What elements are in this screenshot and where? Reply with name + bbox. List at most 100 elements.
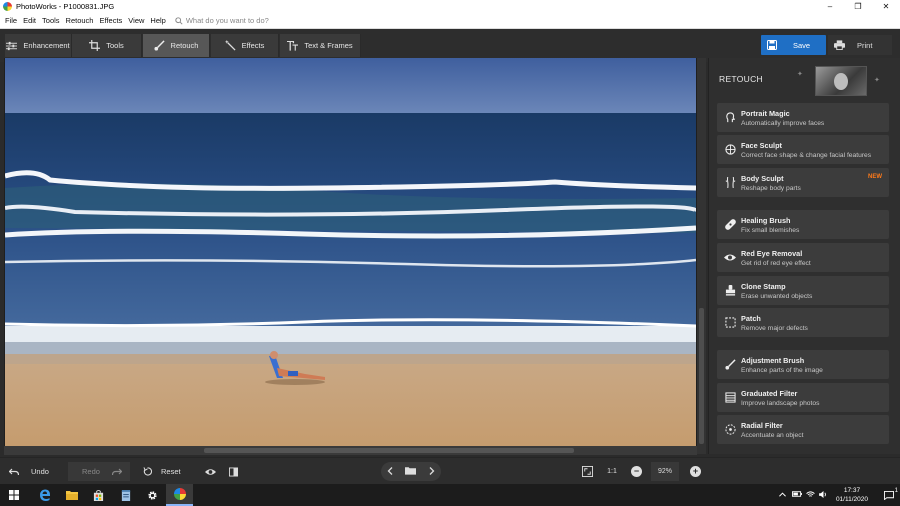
open-folder-button[interactable]: [405, 466, 417, 477]
menu-file[interactable]: File: [0, 16, 20, 25]
tool-description: Correct face shape & change facial featu…: [741, 151, 872, 159]
tool-graduated-filter[interactable]: Graduated Filter Improve landscape photo…: [717, 383, 889, 412]
tool-name: Red Eye Removal: [741, 248, 803, 258]
taskbar-store[interactable]: [85, 484, 112, 506]
start-button[interactable]: [0, 484, 27, 506]
menu-effects[interactable]: Effects: [96, 16, 125, 25]
battery-icon[interactable]: [791, 491, 802, 499]
taskbar-file-explorer[interactable]: [58, 484, 85, 506]
fit-to-screen-button[interactable]: [581, 462, 593, 481]
sparkle-icon: ✦: [874, 77, 880, 84]
window-controls: – ❐ ✕: [816, 0, 900, 13]
edge-browser-icon: [39, 489, 50, 501]
horizontal-scrollbar[interactable]: [4, 446, 697, 455]
bandage-icon: [719, 219, 741, 230]
tool-radial-filter[interactable]: Radial Filter Accentuate an object: [717, 415, 889, 444]
tool-name: Patch: [741, 313, 761, 323]
menu-edit[interactable]: Edit: [20, 16, 39, 25]
action-center-button[interactable]: 1: [878, 487, 900, 500]
windows-taskbar: 17:37 01/11/2020 1: [0, 484, 900, 506]
tool-description: Get rid of red eye effect: [741, 259, 811, 267]
sparkle-icon: ✦: [797, 71, 803, 78]
minimize-button[interactable]: –: [816, 0, 844, 13]
tool-portrait-magic[interactable]: Portrait Magic Automatically improve fac…: [717, 103, 889, 132]
redo-button[interactable]: Redo: [68, 462, 130, 481]
menu-bar: File Edit Tools Retouch Effects View Hel…: [0, 13, 900, 29]
taskbar-settings[interactable]: [139, 484, 166, 506]
tool-clone-stamp[interactable]: Clone Stamp Erase unwanted objects: [717, 276, 889, 305]
vertical-scrollbar[interactable]: [697, 58, 706, 454]
tab-effects[interactable]: Effects: [211, 34, 279, 57]
menu-help[interactable]: Help: [147, 16, 168, 25]
search-icon: [175, 16, 183, 25]
taskbar-clock[interactable]: 17:37 01/11/2020: [836, 486, 868, 504]
menu-tools[interactable]: Tools: [39, 16, 63, 25]
zoom-level[interactable]: 92%: [651, 462, 679, 481]
show-hidden-icons-button[interactable]: [779, 492, 786, 499]
print-button[interactable]: Print: [828, 35, 892, 55]
menu-retouch[interactable]: Retouch: [63, 16, 97, 25]
photoworks-app-icon: [3, 2, 12, 11]
reset-icon: [143, 467, 152, 476]
eye-icon: [719, 253, 741, 262]
tool-adjustment-brush[interactable]: Adjustment Brush Enhance parts of the im…: [717, 350, 889, 379]
tool-description: Fix small blemishes: [741, 226, 800, 234]
menu-search[interactable]: What do you want to do?: [175, 16, 269, 25]
taskbar-edge[interactable]: [31, 484, 58, 506]
tool-body-sculpt[interactable]: Body Sculpt Reshape body parts NEW: [717, 168, 889, 197]
minus-icon: −: [631, 466, 642, 477]
photo-canvas[interactable]: [4, 58, 697, 454]
tool-red-eye-removal[interactable]: Red Eye Removal Get rid of red eye effec…: [717, 243, 889, 272]
previous-image-button[interactable]: [387, 466, 393, 477]
tab-effects-label: Effects: [241, 41, 265, 50]
tool-name: Clone Stamp: [741, 281, 786, 291]
clock-date: 01/11/2020: [835, 496, 868, 503]
tool-description: Remove major defects: [741, 324, 808, 332]
save-button[interactable]: Save: [761, 35, 826, 55]
new-badge: NEW: [868, 174, 882, 180]
tab-text-frames[interactable]: Text & Frames: [280, 34, 361, 57]
next-image-button[interactable]: [429, 466, 435, 477]
zoom-in-button[interactable]: +: [689, 462, 702, 481]
clock-time: 17:37: [843, 487, 861, 494]
graduated-filter-icon: [719, 392, 741, 403]
tool-patch[interactable]: Patch Remove major defects: [717, 308, 889, 337]
tool-name: Face Sculpt: [741, 140, 782, 150]
save-label: Save: [793, 40, 811, 50]
print-label: Print: [857, 40, 873, 50]
fit-screen-icon: [581, 466, 593, 477]
compare-button[interactable]: [226, 462, 240, 481]
reset-button[interactable]: Reset: [143, 462, 191, 481]
tool-healing-brush[interactable]: Healing Brush Fix small blemishes: [717, 210, 889, 239]
chevron-right-icon: [429, 466, 435, 475]
folder-icon: [65, 491, 78, 500]
zoom-out-button[interactable]: −: [630, 462, 643, 481]
actual-size-button[interactable]: 1:1: [605, 462, 619, 481]
tool-description: Enhance parts of the image: [741, 366, 823, 374]
close-button[interactable]: ✕: [872, 0, 900, 13]
undo-button[interactable]: Undo: [9, 462, 61, 481]
tool-face-sculpt[interactable]: Face Sculpt Correct face shape & change …: [717, 135, 889, 164]
undo-icon: [9, 468, 19, 475]
tool-name: Graduated Filter: [741, 388, 798, 398]
taskbar-photoworks[interactable]: [166, 484, 193, 506]
horizontal-scroll-thumb[interactable]: [204, 448, 574, 453]
notification-count: 1: [894, 487, 898, 494]
volume-icon[interactable]: [819, 490, 828, 500]
tool-name: Adjustment Brush: [741, 355, 805, 365]
tab-retouch[interactable]: Retouch: [143, 34, 210, 57]
preview-eye-button[interactable]: [203, 462, 217, 481]
windows-logo-icon: [8, 490, 19, 500]
taskbar-notepad[interactable]: [112, 484, 139, 506]
maximize-button[interactable]: ❐: [844, 0, 872, 13]
vertical-scroll-thumb[interactable]: [699, 308, 704, 444]
plus-icon: +: [690, 466, 701, 477]
tool-description: Improve landscape photos: [741, 399, 820, 407]
menu-view[interactable]: View: [125, 16, 147, 25]
bottom-bar: Undo Redo Reset 1:1 − 92% +: [0, 457, 900, 484]
tab-tools[interactable]: Tools: [72, 34, 142, 57]
tab-enhancement[interactable]: Enhancement: [5, 34, 72, 57]
panel-title: RETOUCH: [719, 74, 763, 84]
wifi-icon[interactable]: [806, 490, 815, 500]
tab-text-frames-label: Text & Frames: [304, 41, 353, 50]
